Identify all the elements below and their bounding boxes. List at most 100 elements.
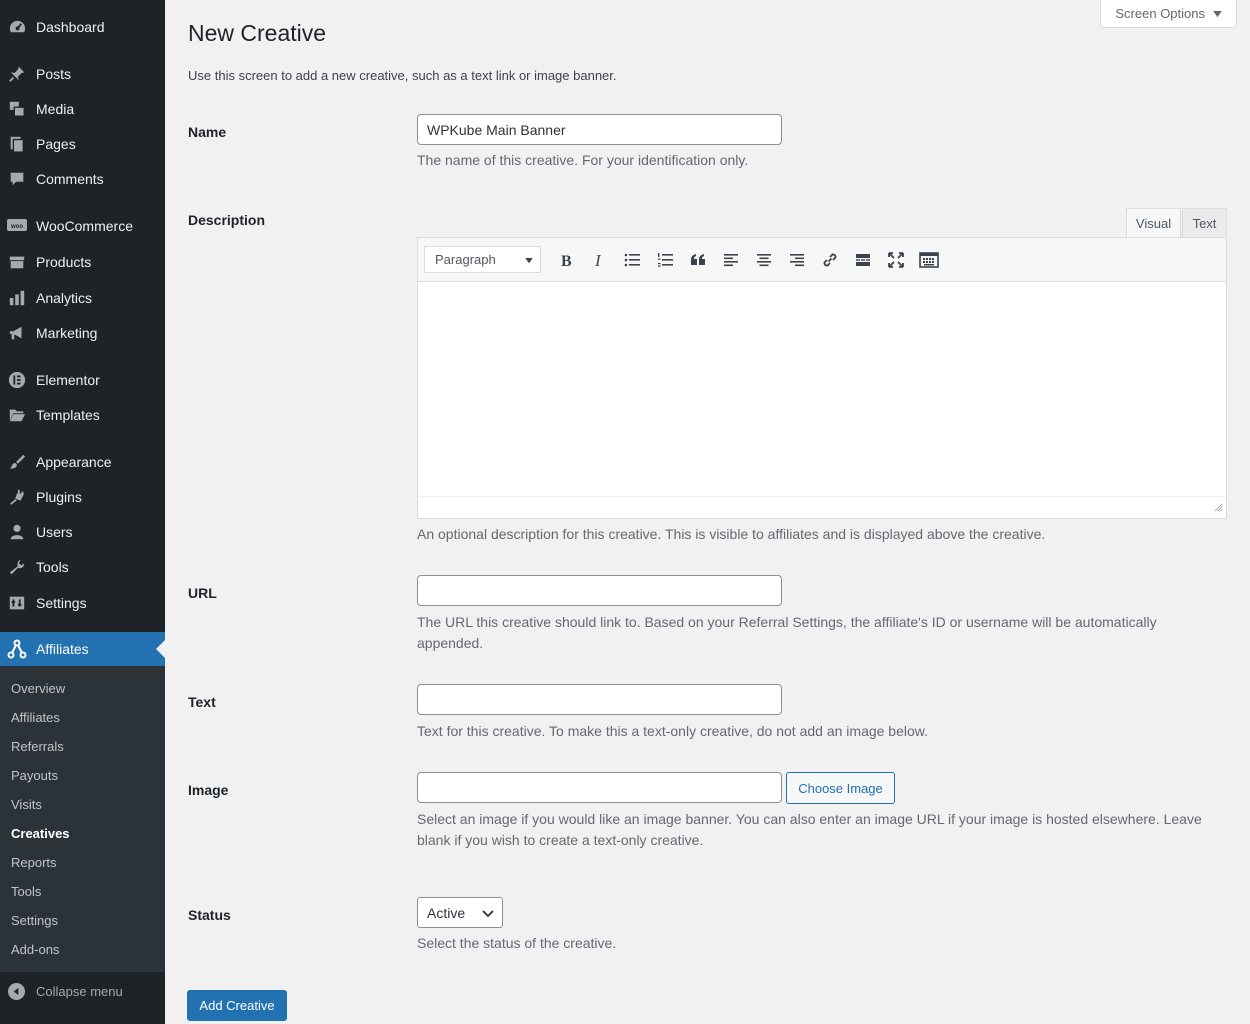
- sidebar-item-label: Media: [36, 101, 75, 117]
- folder-icon: [7, 405, 27, 425]
- name-input[interactable]: WPKube Main Banner: [417, 114, 782, 145]
- format-select-value: Paragraph: [435, 252, 496, 267]
- affiliates-icon: [7, 639, 27, 659]
- status-select-value: Active: [427, 904, 466, 921]
- text-input[interactable]: [417, 684, 782, 715]
- sidebar-item-analytics[interactable]: Analytics: [0, 281, 165, 315]
- submenu-item-payouts[interactable]: Payouts: [11, 768, 58, 783]
- description-editor-area[interactable]: [418, 282, 1226, 496]
- sidebar-item-label: Tools: [36, 559, 69, 575]
- sidebar-item-products[interactable]: Products: [0, 245, 165, 279]
- add-creative-button[interactable]: Add Creative: [187, 990, 287, 1021]
- fullscreen-button[interactable]: [879, 245, 912, 275]
- insert-link-button[interactable]: [813, 245, 846, 275]
- sidebar-item-elementor[interactable]: Elementor: [0, 363, 165, 397]
- sidebar-item-woocommerce[interactable]: woo WooCommerce: [0, 209, 165, 243]
- sidebar-item-appearance[interactable]: Appearance: [0, 445, 165, 479]
- sidebar-item-label: Elementor: [36, 372, 100, 388]
- status-label: Status: [188, 907, 231, 923]
- settings-icon: [7, 593, 27, 613]
- align-center-icon: [756, 253, 771, 266]
- url-help: The URL this creative should link to. Ba…: [417, 614, 1157, 651]
- main-content: Screen Options New Creative Use this scr…: [165, 0, 1250, 1024]
- current-menu-arrow: [156, 640, 165, 658]
- paintbrush-icon: [7, 452, 27, 472]
- submenu-item-creatives[interactable]: Creatives: [11, 826, 70, 841]
- keyboard-icon: [918, 251, 939, 268]
- chevron-down-icon: [482, 905, 494, 921]
- image-url-input[interactable]: [417, 772, 782, 803]
- submenu-item-referrals[interactable]: Referrals: [11, 739, 64, 754]
- italic-button[interactable]: I: [582, 245, 615, 275]
- description-editor: Paragraph B I: [417, 237, 1227, 519]
- sidebar-item-settings[interactable]: Settings: [0, 586, 165, 620]
- tab-visual[interactable]: Visual: [1126, 208, 1181, 238]
- align-center-button[interactable]: [747, 245, 780, 275]
- sidebar-item-plugins[interactable]: Plugins: [0, 480, 165, 514]
- sidebar-item-marketing[interactable]: Marketing: [0, 316, 165, 350]
- quote-icon: [690, 253, 705, 265]
- sidebar-item-users[interactable]: Users: [0, 515, 165, 549]
- status-select[interactable]: Active: [417, 897, 503, 928]
- admin-sidebar: Dashboard Posts Media Pages Comments woo…: [0, 0, 165, 1024]
- text-label: Text: [188, 694, 216, 710]
- choose-image-button[interactable]: Choose Image: [786, 772, 895, 804]
- toolbar-toggle-button[interactable]: [912, 245, 945, 275]
- status-help: Select the status of the creative.: [417, 935, 617, 951]
- sidebar-item-label: Analytics: [36, 290, 93, 306]
- sidebar-item-label: Appearance: [36, 454, 112, 470]
- url-input[interactable]: [417, 575, 782, 606]
- sidebar-item-posts[interactable]: Posts: [0, 57, 165, 91]
- submenu-item-tools[interactable]: Tools: [11, 884, 41, 899]
- submenu-item-reports[interactable]: Reports: [11, 855, 57, 870]
- sidebar-item-label: Users: [36, 524, 73, 540]
- megaphone-icon: [7, 323, 27, 343]
- svg-text:woo: woo: [10, 224, 23, 230]
- page-intro: Use this screen to add a new creative, s…: [188, 68, 617, 83]
- sidebar-item-comments[interactable]: Comments: [0, 162, 165, 196]
- analytics-icon: [7, 288, 27, 308]
- text-help: Text for this creative. To make this a t…: [417, 723, 929, 739]
- blockquote-button[interactable]: [681, 245, 714, 275]
- sidebar-item-dashboard[interactable]: Dashboard: [0, 10, 165, 44]
- submenu-item-add-ons[interactable]: Add-ons: [11, 942, 59, 957]
- submenu-item-affiliates[interactable]: Affiliates: [11, 710, 60, 725]
- comments-icon: [7, 169, 27, 189]
- resize-handle-icon[interactable]: [1214, 500, 1223, 515]
- align-left-button[interactable]: [714, 245, 747, 275]
- numbered-list-button[interactable]: [648, 245, 681, 275]
- bold-icon: B: [561, 253, 572, 268]
- submenu-item-overview[interactable]: Overview: [11, 681, 65, 696]
- sidebar-item-pages[interactable]: Pages: [0, 127, 165, 161]
- svg-text:B: B: [561, 253, 572, 268]
- sidebar-item-tools[interactable]: Tools: [0, 550, 165, 584]
- url-label: URL: [188, 585, 217, 601]
- submenu-item-settings[interactable]: Settings: [11, 913, 58, 928]
- screen-options-label: Screen Options: [1115, 6, 1205, 21]
- woocommerce-icon: woo: [7, 216, 27, 236]
- sidebar-item-templates[interactable]: Templates: [0, 398, 165, 432]
- tab-text[interactable]: Text: [1182, 208, 1227, 238]
- description-label: Description: [188, 212, 266, 228]
- products-icon: [7, 252, 27, 272]
- read-more-button[interactable]: [846, 245, 879, 275]
- align-right-button[interactable]: [780, 245, 813, 275]
- page-title: New Creative: [188, 20, 327, 46]
- media-icon: [7, 99, 27, 119]
- link-icon: [823, 253, 836, 266]
- wrench-icon: [7, 557, 27, 577]
- bulleted-list-button[interactable]: [615, 245, 648, 275]
- sidebar-item-affiliates[interactable]: Affiliates: [0, 632, 165, 666]
- sidebar-item-label: Posts: [36, 66, 72, 82]
- submenu-item-visits[interactable]: Visits: [11, 797, 42, 812]
- screen-options-button[interactable]: Screen Options: [1100, 0, 1237, 28]
- sidebar-item-label: Templates: [36, 407, 100, 423]
- sidebar-item-media[interactable]: Media: [0, 92, 165, 126]
- collapse-menu-button[interactable]: Collapse menu: [0, 976, 165, 1006]
- format-select[interactable]: Paragraph: [424, 246, 541, 273]
- elementor-icon: [7, 370, 27, 390]
- name-label: Name: [188, 124, 227, 140]
- bulleted-list-icon: [624, 253, 640, 266]
- bold-button[interactable]: B: [549, 245, 582, 275]
- sidebar-item-label: Pages: [36, 136, 76, 152]
